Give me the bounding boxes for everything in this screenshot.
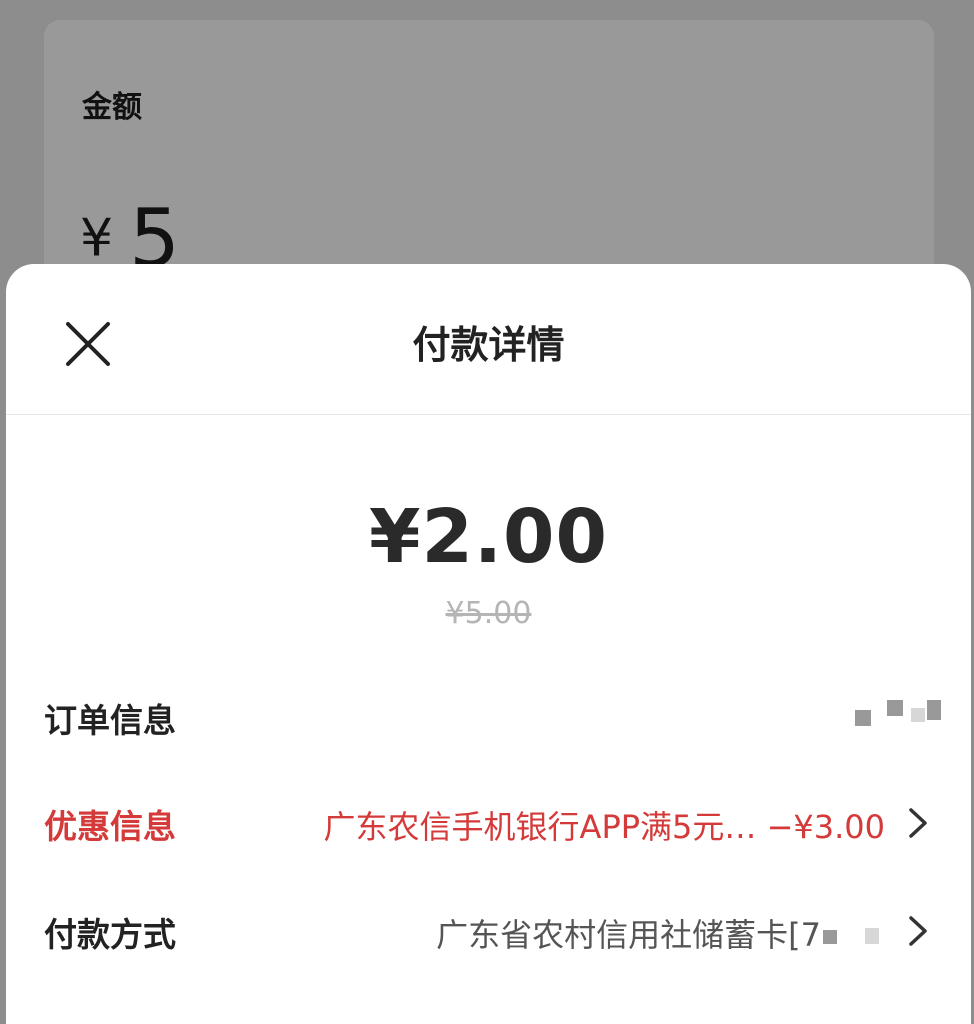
masked-order-value [927,700,941,720]
order-info-label: 订单信息 [44,701,176,740]
discount-info-row[interactable]: 优惠信息 广东农信手机银行APP满5元… −¥3.00 [44,790,941,850]
masked-order-value [911,708,925,722]
original-amount: ¥5.00 [445,596,532,631]
payment-amount: ¥2.00 [368,494,609,580]
sheet-header: 付款详情 [6,264,971,415]
amount-label: 金额 [82,90,142,125]
masked-card-number [865,928,879,944]
discount-info-label: 优惠信息 [44,807,176,846]
payment-details-sheet: 付款详情 ¥2.00 ¥5.00 订单信息 优惠信息 广东农信手机银行APP满5… [6,264,971,1024]
payment-method-value: 广东省农村信用社储蓄卡[7 [436,916,821,954]
masked-order-value [887,700,903,716]
chevron-right-icon [909,916,927,946]
payment-method-label: 付款方式 [44,915,176,954]
chevron-right-icon [909,808,927,838]
order-info-row[interactable]: 订单信息 [44,684,941,744]
masked-card-number [823,930,837,944]
masked-order-value [855,710,871,726]
discount-info-value: 广东农信手机银行APP满5元… −¥3.00 [323,808,885,846]
currency-symbol: ¥ [80,208,114,269]
sheet-title: 付款详情 [412,323,565,367]
payment-method-row[interactable]: 付款方式 广东省农村信用社储蓄卡[7 [44,898,941,958]
